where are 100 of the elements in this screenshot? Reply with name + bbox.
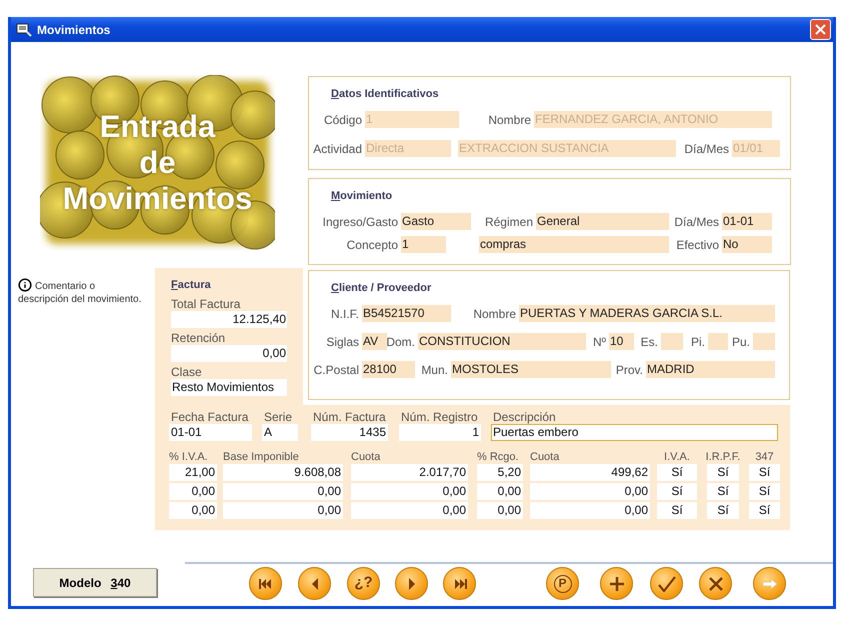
- input-field[interactable]: 1: [401, 236, 446, 253]
- input-field[interactable]: compras: [479, 236, 669, 253]
- nav-button[interactable]: P: [546, 567, 579, 600]
- table-cell[interactable]: 21,00: [169, 464, 217, 481]
- field-label: Nº: [592, 334, 606, 350]
- next-icon: [408, 578, 416, 590]
- close-button[interactable]: [810, 19, 831, 40]
- field-label: Dom.: [386, 334, 415, 350]
- table-cell[interactable]: 499,62: [530, 464, 650, 481]
- input-field[interactable]: 01-01: [169, 424, 252, 441]
- table-cell[interactable]: Sí: [657, 483, 697, 500]
- field-label: Núm. Registro: [401, 410, 478, 424]
- input-field[interactable]: 0,00: [171, 344, 287, 362]
- nav-button[interactable]: [650, 567, 683, 600]
- nav-button[interactable]: [298, 567, 331, 600]
- input-field[interactable]: [661, 333, 683, 350]
- nav-button[interactable]: [443, 567, 476, 600]
- column-header: I.R.P.F.: [706, 451, 740, 463]
- table-cell[interactable]: 0,00: [169, 502, 217, 519]
- table-cell[interactable]: Sí: [749, 483, 780, 500]
- input-field[interactable]: CONSTITUCION: [418, 333, 586, 350]
- close-icon: [708, 576, 722, 590]
- first-icon: [258, 578, 272, 588]
- field-label: Pu.: [732, 334, 750, 350]
- input-field[interactable]: 10: [609, 333, 634, 350]
- input-field[interactable]: Gasto: [401, 213, 471, 230]
- table-cell[interactable]: 0,00: [477, 502, 523, 519]
- field-label: N.I.F.: [330, 306, 359, 322]
- field-label: Pi.: [690, 334, 705, 350]
- field-label: Clase: [171, 364, 202, 378]
- table-cell[interactable]: Sí: [707, 502, 739, 519]
- table-cell[interactable]: 0,00: [223, 483, 343, 500]
- input-field[interactable]: MOSTOLES: [451, 361, 611, 378]
- nav-button[interactable]: [600, 567, 633, 600]
- section-title: Cliente / Proveedor: [331, 281, 432, 296]
- input-field[interactable]: 1435: [311, 424, 388, 441]
- info-icon: [18, 278, 32, 292]
- input-field[interactable]: AV: [362, 333, 387, 350]
- field-label: Régimen: [484, 214, 533, 230]
- field-label: Descripción: [493, 410, 556, 424]
- column-header: Base Imponible: [223, 451, 299, 463]
- input-field[interactable]: [753, 333, 775, 350]
- section-title: Movimiento: [331, 189, 392, 204]
- field-label: Concepto: [346, 236, 398, 254]
- close-icon: [815, 24, 826, 35]
- banner-title: de: [139, 144, 176, 180]
- table-cell[interactable]: 0,00: [223, 502, 343, 519]
- field-label: Mun.: [421, 362, 448, 378]
- banner-title: Movimientos: [62, 180, 252, 216]
- field-label: Ingreso/Gasto: [322, 214, 398, 230]
- table-cell[interactable]: Sí: [707, 464, 739, 481]
- field-label: Código: [324, 112, 362, 128]
- table-cell[interactable]: Sí: [657, 464, 697, 481]
- column-header: Cuota: [351, 451, 380, 463]
- field-label: C.Postal: [314, 362, 359, 378]
- field-label: Actividad: [313, 140, 362, 158]
- window-title: Movimientos: [37, 22, 110, 38]
- input-field[interactable]: 1: [399, 424, 481, 441]
- input-field[interactable]: 28100: [362, 361, 415, 378]
- input-field[interactable]: B54521570: [362, 305, 451, 322]
- previous-icon: [310, 578, 318, 590]
- table-cell[interactable]: 0,00: [530, 483, 650, 500]
- table-cell[interactable]: 0,00: [530, 502, 650, 519]
- input-field[interactable]: A: [262, 424, 298, 441]
- table-cell[interactable]: Sí: [657, 502, 697, 519]
- table-cell[interactable]: 0,00: [169, 483, 217, 500]
- nav-button[interactable]: [395, 567, 428, 600]
- input-field[interactable]: PUERTAS Y MADERAS GARCIA S.L.: [519, 305, 775, 322]
- column-header: % Rcgo.: [477, 451, 519, 463]
- last-icon: [452, 578, 466, 588]
- table-cell[interactable]: 0,00: [351, 502, 468, 519]
- table-cell[interactable]: 0,00: [477, 483, 523, 500]
- nav-button[interactable]: [699, 567, 732, 600]
- input-field[interactable]: Resto Movimientos: [171, 378, 287, 396]
- modelo-button[interactable]: Modelo 340: [33, 568, 157, 597]
- table-cell[interactable]: 5,20: [477, 464, 523, 481]
- input-field[interactable]: General: [536, 213, 669, 230]
- nav-button[interactable]: ¿?: [347, 567, 380, 600]
- field-label: Nombre: [488, 112, 531, 128]
- input-field[interactable]: MADRID: [646, 361, 775, 378]
- table-cell[interactable]: Sí: [707, 483, 739, 500]
- table-cell[interactable]: 0,00: [351, 483, 468, 500]
- input-field[interactable]: [708, 333, 728, 350]
- table-cell[interactable]: 2.017,70: [351, 464, 468, 481]
- nav-button[interactable]: [249, 567, 282, 600]
- table-cell[interactable]: Sí: [749, 502, 780, 519]
- field-label: Día/Mes: [684, 140, 729, 158]
- comment-text: Comentario o descripción del movimiento.: [18, 280, 146, 306]
- column-header: Cuota: [530, 451, 560, 463]
- section-title: Datos Identificativos: [331, 87, 439, 102]
- table-cell[interactable]: 9.608,08: [223, 464, 343, 481]
- input-field[interactable]: 12.125,40: [171, 310, 287, 328]
- column-header: 347: [755, 451, 774, 463]
- table-cell[interactable]: Sí: [749, 464, 780, 481]
- field-label: Total Factura: [171, 296, 240, 310]
- input-field[interactable]: No: [722, 236, 772, 253]
- field-label: Serie: [264, 410, 292, 424]
- input-field[interactable]: 01-01: [722, 213, 772, 230]
- field-label: Prov.: [616, 362, 643, 378]
- input-field[interactable]: Puertas embero: [491, 424, 778, 441]
